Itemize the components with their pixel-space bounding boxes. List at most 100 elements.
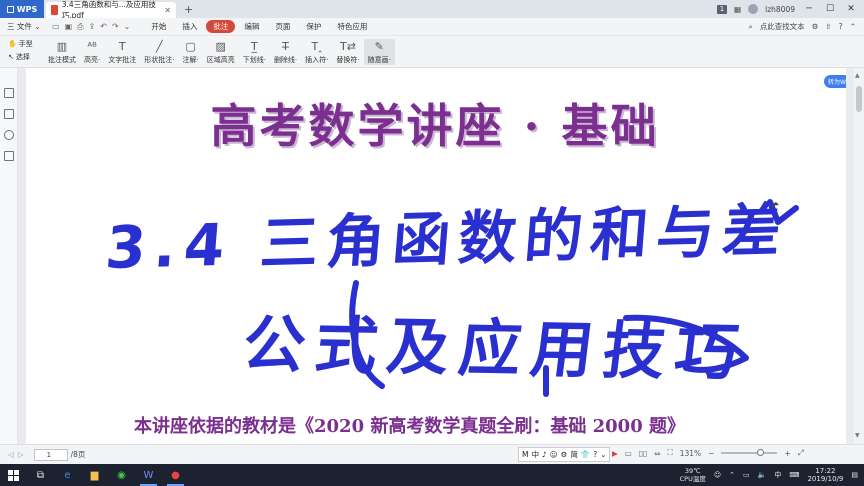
- tool-label: 插入符·: [305, 56, 329, 64]
- zoom-slider[interactable]: [721, 449, 778, 456]
- ime-indicator[interactable]: 中: [774, 470, 781, 480]
- network-icon[interactable]: ▭: [743, 471, 750, 479]
- tray-expand-icon[interactable]: ⌃: [729, 471, 735, 479]
- file-menu[interactable]: 三 文件 ⌄: [0, 21, 48, 32]
- page-number-input[interactable]: 1: [33, 448, 68, 461]
- page-title: 高考数学讲座 · 基础: [210, 99, 660, 153]
- menu-tab-4[interactable]: 页面: [268, 20, 297, 33]
- prev-page-icon[interactable]: ◁: [8, 450, 14, 459]
- tool-button-7[interactable]: T̶ 删除线·: [270, 39, 301, 65]
- user-name[interactable]: lzh8009: [765, 5, 795, 14]
- wps-home-button[interactable]: WPS: [0, 0, 44, 18]
- ime-item-4[interactable]: ⚙: [561, 450, 568, 459]
- cpu-temperature[interactable]: 39℃ CPU温度: [680, 467, 706, 483]
- save-icon[interactable]: ▣: [65, 22, 73, 32]
- ime-item-2[interactable]: ♪: [542, 450, 547, 459]
- close-tab-icon[interactable]: ✕: [164, 6, 171, 15]
- new-tab-button[interactable]: +: [184, 3, 193, 16]
- tool-button-6[interactable]: T̲ 下划线·: [239, 39, 270, 65]
- fit-width-icon[interactable]: ⇔: [654, 449, 660, 458]
- notification-icon[interactable]: ▤: [851, 471, 858, 479]
- keyboard-icon[interactable]: ⌨: [789, 471, 799, 479]
- search-text-button[interactable]: 点此查找文本: [760, 21, 805, 32]
- convert-to-word-button[interactable]: 转为Word: [824, 75, 846, 88]
- search-icon[interactable]: ⌕: [748, 22, 752, 32]
- tool-button-1[interactable]: ᴬᴮ 高亮·: [80, 39, 104, 65]
- cpu-label: CPU温度: [679, 475, 706, 483]
- fit-page-icon[interactable]: ⛶: [667, 448, 672, 458]
- export-icon[interactable]: ⇪: [89, 22, 96, 32]
- tool-button-9[interactable]: T⇄ 替换符·: [332, 39, 363, 65]
- attachment-icon[interactable]: [4, 151, 14, 161]
- settings-icon[interactable]: ⚙: [812, 22, 819, 31]
- tool-button-10[interactable]: ✎ 随意画·: [363, 39, 395, 65]
- tool-button-3[interactable]: ╱ 形状批注·: [140, 39, 178, 65]
- layout-icon[interactable]: ▦: [734, 5, 741, 14]
- tool-button-8[interactable]: T‸ 插入符·: [301, 39, 332, 65]
- ime-item-0[interactable]: M: [522, 450, 528, 459]
- avatar[interactable]: [748, 4, 759, 14]
- bookmark-panel-icon[interactable]: [4, 109, 14, 119]
- ime-toolbar[interactable]: M 中 ♪ ☺ ⚙ 简 👕? ⌄: [518, 447, 611, 462]
- zoom-level[interactable]: 131%: [680, 449, 701, 458]
- window-count-badge[interactable]: 1: [717, 4, 728, 14]
- zoom-slider-knob[interactable]: [757, 449, 765, 456]
- ime-item-6[interactable]: 👕: [581, 450, 590, 459]
- edge-browser-icon[interactable]: e: [54, 464, 81, 486]
- share-icon[interactable]: ⇧: [825, 22, 831, 31]
- page-total: /8页: [70, 450, 86, 459]
- play-icon[interactable]: ▶: [612, 449, 618, 458]
- document-tab[interactable]: 3.4三角函数和与...及应用技巧.pdf ✕: [46, 0, 176, 20]
- menu-tab-3[interactable]: 编辑: [237, 20, 266, 33]
- ime-item-1[interactable]: 中: [531, 449, 539, 460]
- tool-button-5[interactable]: ▨ 区域高亮: [203, 39, 239, 65]
- ime-item-8[interactable]: ⌄: [600, 450, 606, 459]
- menu-tab-5[interactable]: 保护: [299, 20, 328, 33]
- people-icon[interactable]: ☺: [714, 471, 721, 479]
- green-app-icon[interactable]: ◉: [108, 464, 135, 486]
- tool-button-0[interactable]: ▥ 批注模式: [44, 39, 80, 65]
- close-window-button[interactable]: ✕: [844, 4, 858, 14]
- vertical-scrollbar[interactable]: ▲ ▼: [854, 68, 864, 444]
- fullscreen-icon[interactable]: ⤢: [798, 448, 804, 458]
- redo-icon[interactable]: ↷: [112, 22, 119, 32]
- scroll-thumb[interactable]: [856, 86, 862, 112]
- annotation-panel-icon[interactable]: [4, 130, 14, 140]
- document-viewport[interactable]: 高考数学讲座 · 基础 3.4 三角函数的和与差 公式及应用技巧 本讲座依据的教…: [18, 68, 854, 444]
- task-view-icon[interactable]: ⧉: [27, 464, 54, 486]
- print-icon[interactable]: ⎙: [77, 22, 83, 32]
- zoom-out-icon[interactable]: −: [708, 449, 714, 458]
- ime-item-5[interactable]: 简: [570, 449, 578, 460]
- collapse-ribbon-icon[interactable]: ⌃: [850, 22, 856, 31]
- next-page-icon[interactable]: ▷: [18, 450, 24, 459]
- menu-tab-2[interactable]: 批注: [206, 20, 236, 33]
- menu-tab-6[interactable]: 特色应用: [330, 20, 374, 33]
- menu-tab-1[interactable]: 插入: [175, 20, 204, 33]
- menu-tab-0[interactable]: 开始: [144, 20, 173, 33]
- single-page-icon[interactable]: ▭: [625, 449, 632, 458]
- undo-icon[interactable]: ↶: [100, 22, 107, 32]
- clock[interactable]: 17:22 2019/10/9: [807, 467, 843, 483]
- file-explorer-icon[interactable]: ▆: [81, 464, 108, 486]
- volume-icon[interactable]: 🔈: [758, 471, 767, 479]
- zoom-in-icon[interactable]: +: [784, 449, 790, 458]
- select-tool-button[interactable]: ↖ 选择: [8, 52, 44, 62]
- scroll-up-icon[interactable]: ▲: [855, 72, 860, 79]
- tool-button-4[interactable]: ▢ 注解·: [178, 39, 202, 65]
- minimize-button[interactable]: ─: [802, 4, 816, 14]
- double-page-icon[interactable]: ▯▯: [639, 449, 647, 458]
- help-icon[interactable]: ?: [839, 22, 843, 31]
- maximize-button[interactable]: ☐: [823, 4, 837, 14]
- wps-taskbar-icon[interactable]: W: [135, 464, 162, 486]
- thumbnail-icon[interactable]: [4, 88, 14, 98]
- tool-button-2[interactable]: T 文字批注: [104, 39, 140, 65]
- start-button[interactable]: [0, 464, 27, 486]
- scroll-down-icon[interactable]: ▼: [855, 432, 860, 439]
- hand-tool-button[interactable]: ✋ 手型: [8, 39, 44, 49]
- open-folder-icon[interactable]: ▭: [52, 22, 60, 32]
- red-app-icon[interactable]: ●: [162, 464, 189, 486]
- more-chevron-icon[interactable]: ⌄: [124, 22, 131, 32]
- underline-icon: T̲: [250, 39, 258, 53]
- ime-item-7[interactable]: ?: [593, 450, 597, 459]
- ime-item-3[interactable]: ☺: [550, 450, 558, 459]
